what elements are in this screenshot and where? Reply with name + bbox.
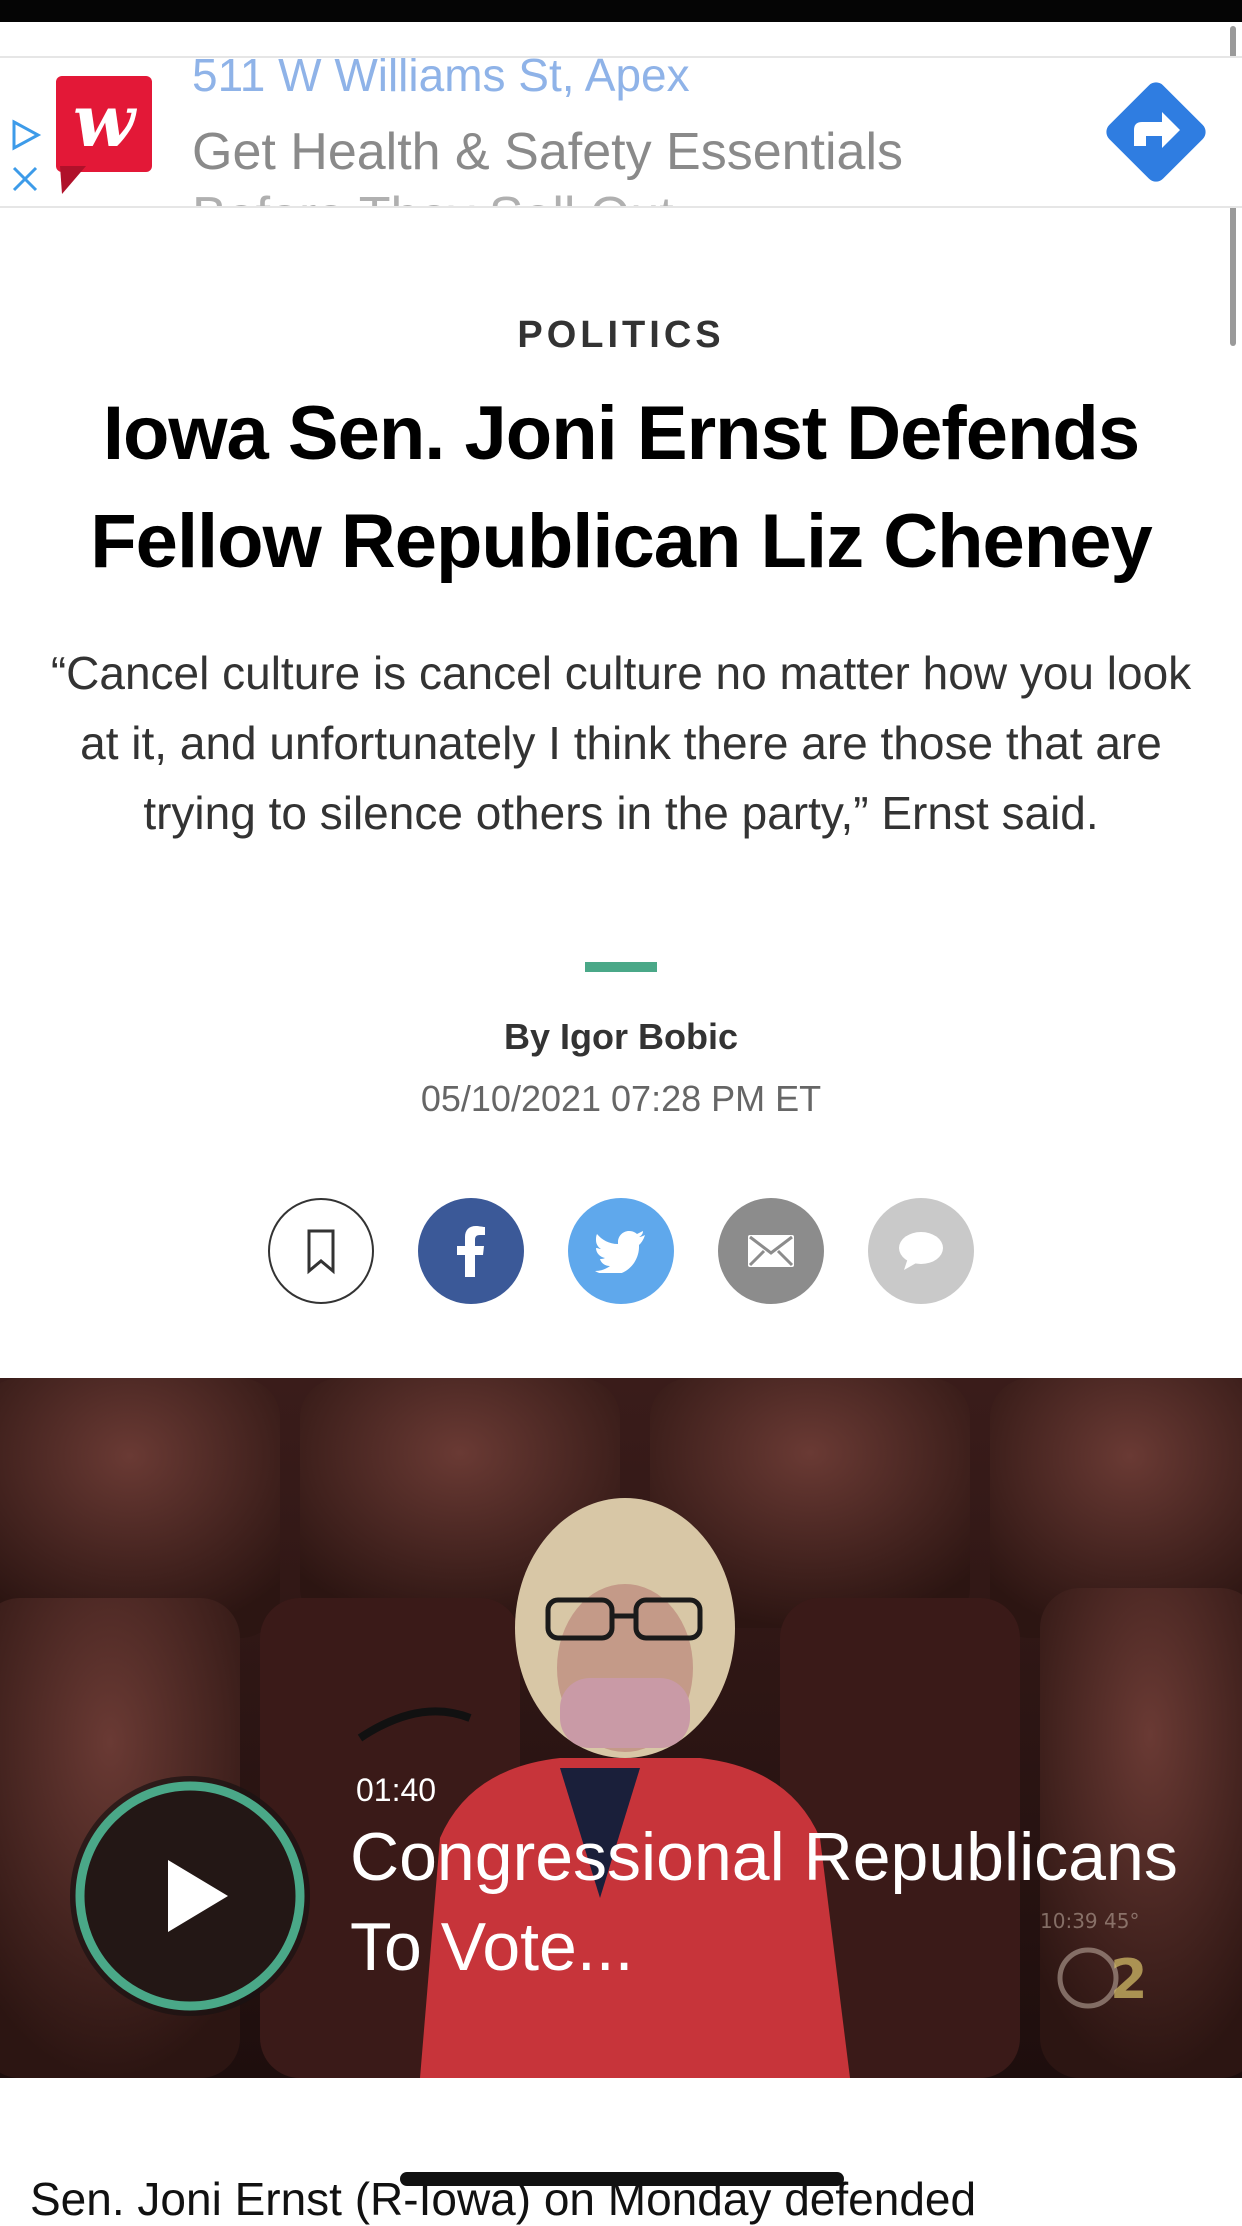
directions-icon[interactable] xyxy=(1100,76,1212,188)
comment-icon xyxy=(899,1232,943,1270)
svg-text:w: w xyxy=(73,78,138,163)
walgreens-logo: w xyxy=(56,76,152,194)
article-headline: Iowa Sen. Joni Ernst Defends Fellow Repu… xyxy=(90,391,1153,584)
ad-address: 511 W Williams St, Apex xyxy=(192,56,690,101)
video-duration: 01:40 xyxy=(356,1772,437,1808)
play-button[interactable] xyxy=(68,1774,312,2018)
ad-subline: Before They Sell Out xyxy=(192,186,674,206)
email-share-button[interactable] xyxy=(718,1198,824,1304)
twitter-icon xyxy=(595,1231,645,1273)
status-bar xyxy=(0,0,1242,22)
byline[interactable]: By Igor Bobic xyxy=(0,1016,1242,1058)
timestamp: 05/10/2021 07:28 PM ET xyxy=(420,1078,822,1119)
bookmark-button[interactable] xyxy=(268,1198,374,1304)
section-label[interactable]: POLITICS xyxy=(0,314,1242,357)
ad-headline: Get Health & Safety Essentials xyxy=(192,123,904,181)
bookmark-icon xyxy=(307,1229,335,1275)
ad-banner[interactable]: w 511 W Williams St, Apex Get Health & S… xyxy=(0,56,1242,208)
comment-button[interactable] xyxy=(868,1198,974,1304)
home-indicator[interactable] xyxy=(400,2172,844,2186)
video-title[interactable]: Congressional Republicans To Vote... xyxy=(350,1812,1210,1992)
facebook-share-button[interactable] xyxy=(418,1198,524,1304)
twitter-share-button[interactable] xyxy=(568,1198,674,1304)
email-icon xyxy=(748,1235,794,1267)
facebook-icon xyxy=(457,1226,485,1277)
article-dek: “Cancel culture is cancel culture no mat… xyxy=(50,647,1192,839)
ad-choices-icon[interactable] xyxy=(8,118,42,152)
close-icon[interactable] xyxy=(8,162,42,196)
divider xyxy=(585,962,657,972)
